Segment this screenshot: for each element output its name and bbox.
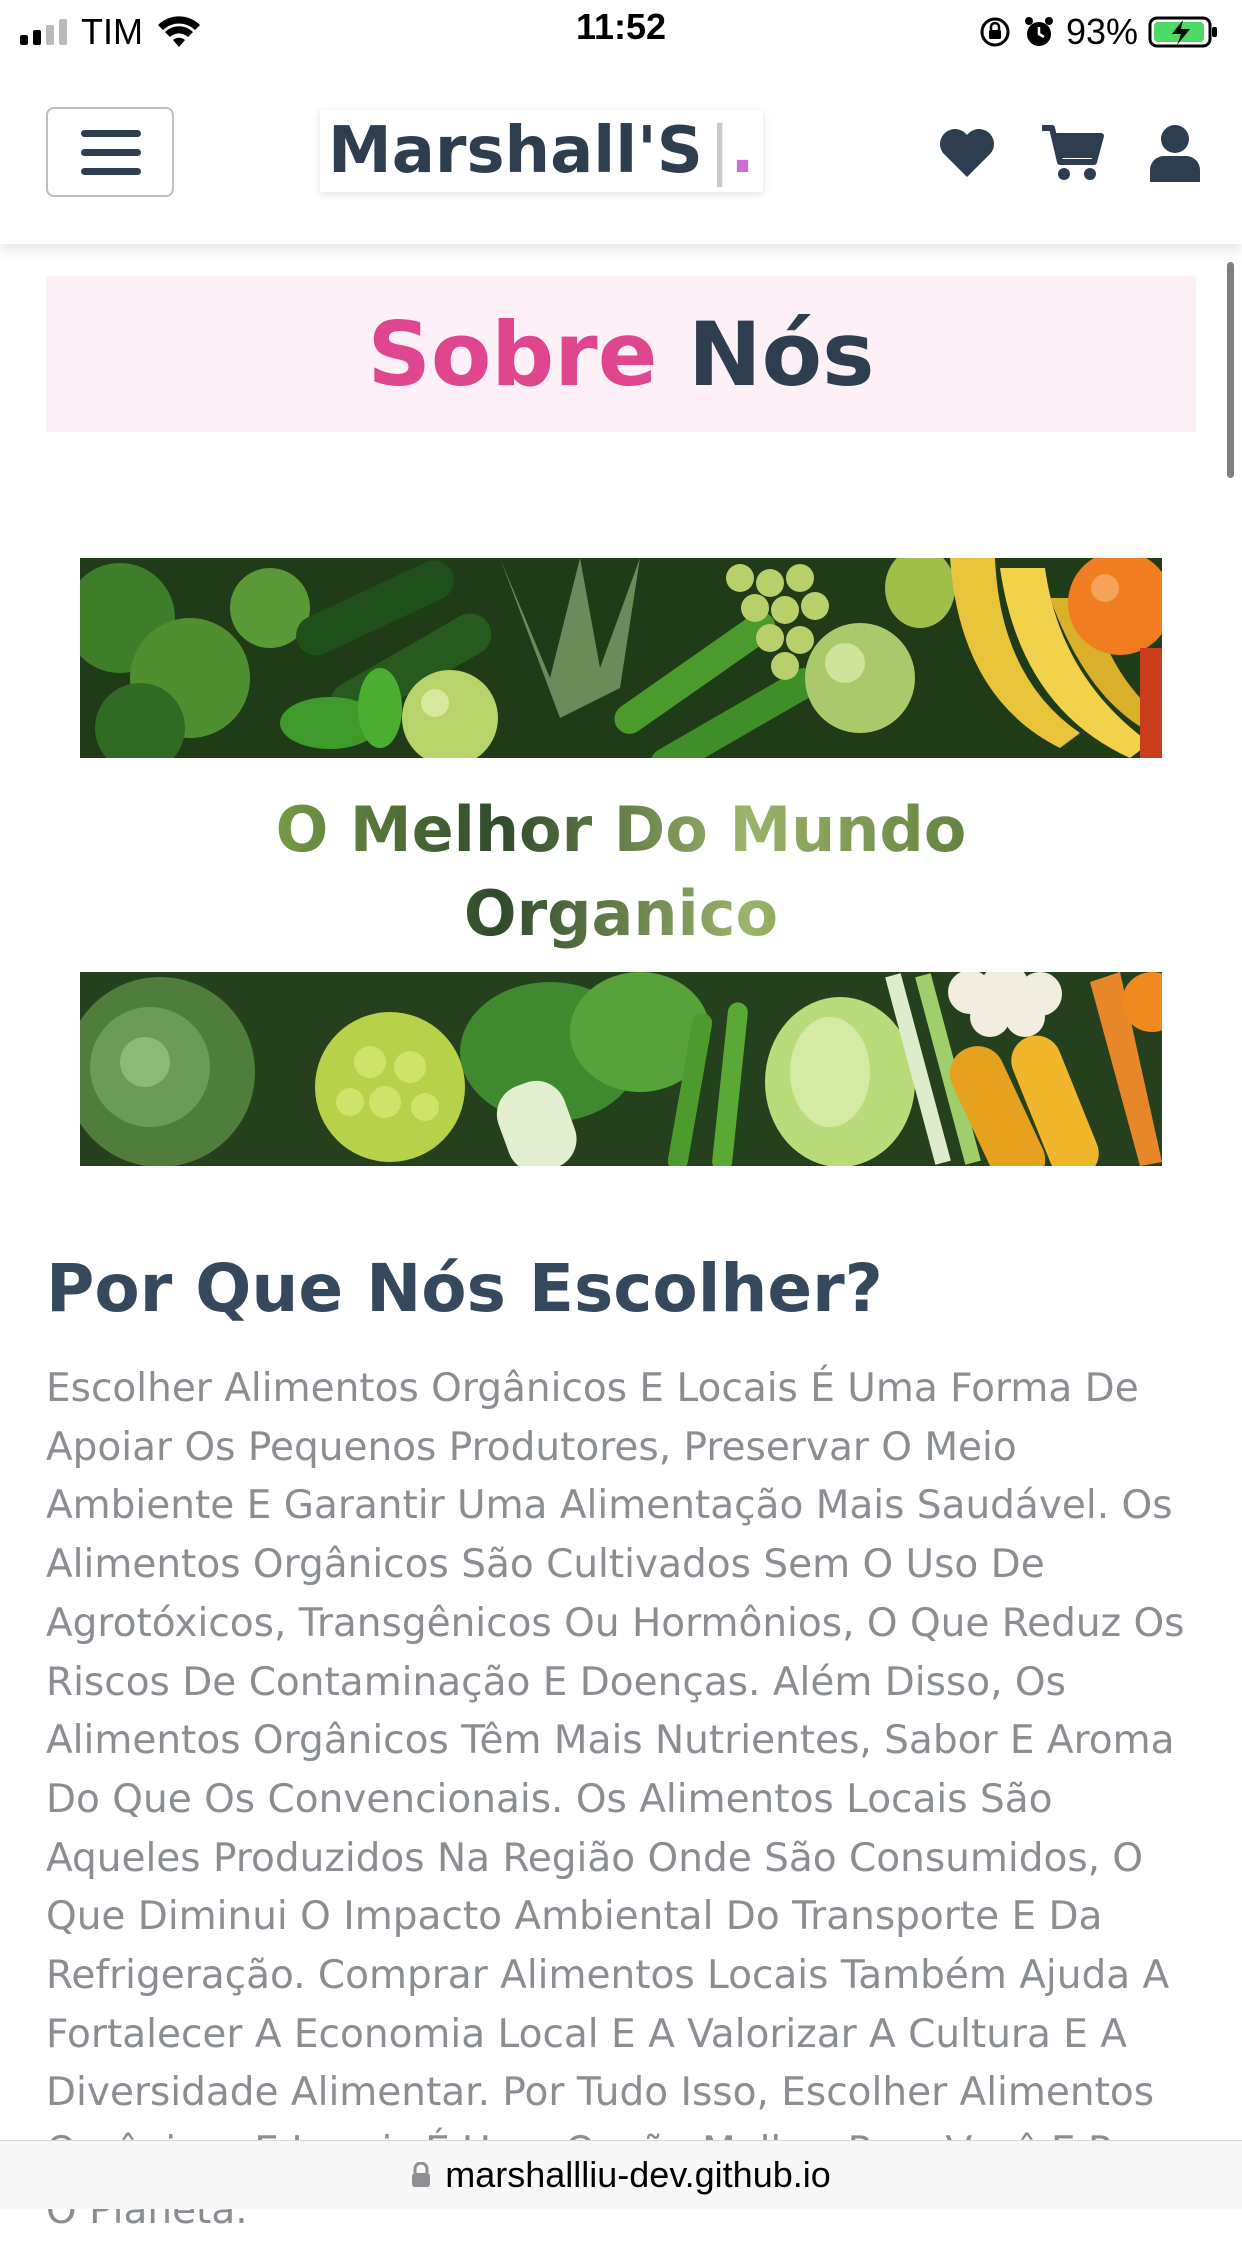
section-paragraph: Escolher Alimentos Orgânicos E Locais É … [46, 1366, 1185, 2233]
hero-tagline: O Melhor Do Mundo Organico [0, 788, 1242, 956]
section-title: Por Que Nós Escolher? [46, 1250, 883, 1327]
cart-icon[interactable] [1040, 124, 1104, 182]
browser-url-bar[interactable]: marshallliu-dev.github.io [0, 2140, 1242, 2209]
produce-banner-bottom [80, 972, 1162, 1166]
logo-dot: . [730, 114, 755, 188]
logo-text: Marshall'S [328, 114, 703, 188]
page-scrollbar[interactable] [1227, 262, 1234, 478]
battery-charging-icon [1148, 16, 1217, 48]
alarm-icon [1024, 17, 1053, 46]
site-header: Marshall'S |. [0, 64, 1242, 244]
status-bar: TIM 11:52 93% [0, 0, 1242, 64]
heart-icon[interactable] [938, 127, 996, 179]
tagline-line-2: Organico [463, 877, 779, 950]
header-actions [938, 124, 1202, 182]
lock-icon [412, 2162, 431, 2187]
produce-banner-top [80, 558, 1162, 758]
url-text: marshallliu-dev.github.io [445, 2154, 831, 2195]
orientation-lock-icon [980, 17, 1010, 47]
site-logo[interactable]: Marshall'S |. [320, 110, 763, 192]
user-icon[interactable] [1148, 124, 1202, 182]
status-right: 93% [978, 10, 1220, 54]
title-rest: Nós [688, 302, 875, 406]
battery-percent: 93% [1065, 11, 1138, 52]
page-title: Sobre Nós [46, 276, 1196, 432]
logo-cursor: | [708, 114, 731, 188]
tagline-line-1: O Melhor Do Mundo [275, 793, 967, 866]
menu-button[interactable] [46, 107, 174, 197]
title-accent: Sobre [367, 302, 658, 406]
